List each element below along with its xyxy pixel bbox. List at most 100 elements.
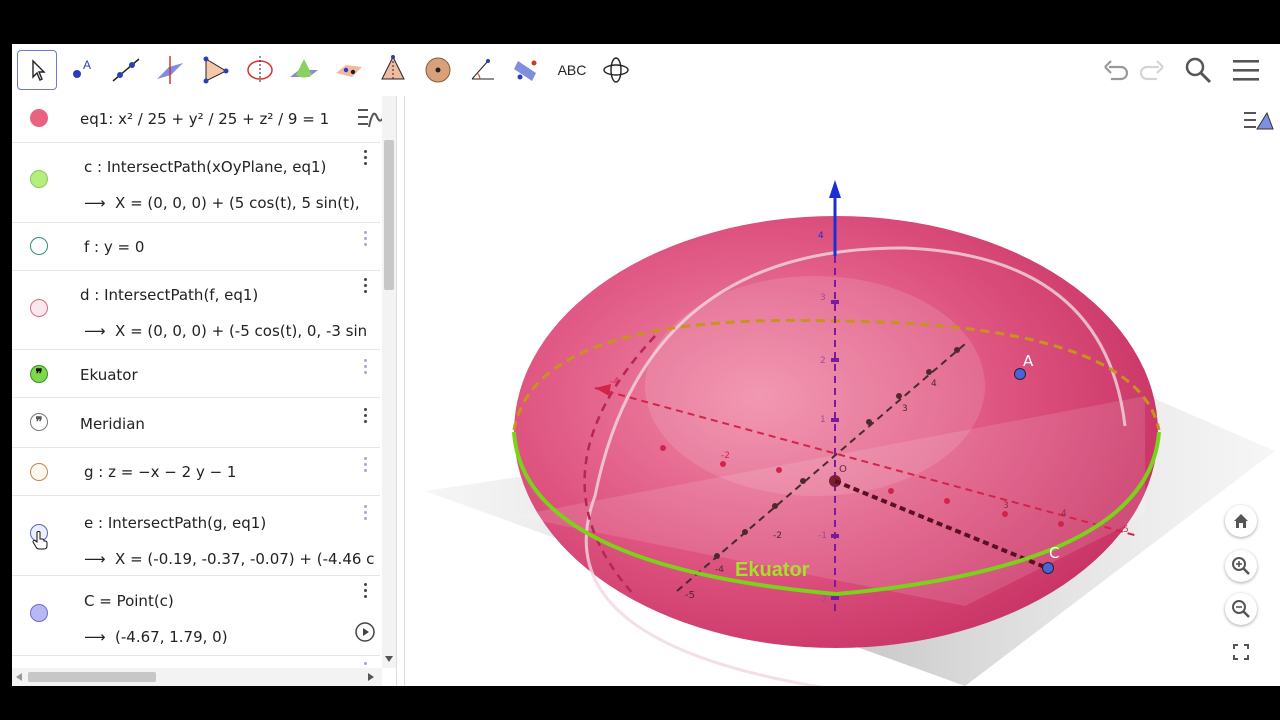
polygon-tool-button[interactable]: [195, 50, 235, 90]
value-text: ⟶ X = (0, 0, 0) + (-5 cos(t), 0, -3 sin: [84, 322, 368, 340]
pyramid-tool-icon: [336, 65, 362, 77]
text-object: Meridian: [80, 415, 145, 433]
value-text: ⟶ (-4.67, 1.79, 0): [84, 628, 228, 646]
algebra-row-eq1[interactable]: eq1: x² / 25 + y² / 25 + z² / 9 = 1: [12, 96, 380, 143]
graphics-3d-canvas[interactable]: 4 3 2 1 -1 -2 -4 -2 3 4 5 -5 -4 -2 3 4 O…: [405, 96, 1280, 686]
point-tool-icon: A: [73, 58, 91, 78]
scrollbar-thumb[interactable]: [384, 140, 394, 290]
algebra-row-C[interactable]: C = Point(c) ⟶ (-4.67, 1.79, 0): [12, 576, 380, 656]
cone-tool-icon: [381, 55, 405, 80]
undo-icon: [1104, 60, 1129, 81]
z-tick-label: 1: [820, 415, 826, 425]
move-tool-button[interactable]: [17, 50, 57, 90]
menu-icon: [1233, 60, 1259, 81]
visibility-marble[interactable]: [30, 299, 48, 317]
menu-button[interactable]: [1228, 54, 1264, 86]
cone-tool-button[interactable]: [373, 50, 413, 90]
origin-label: O: [839, 464, 847, 475]
pyramid-tool-button[interactable]: [329, 50, 369, 90]
scrollbar-thumb[interactable]: [28, 672, 156, 682]
toolbar: A ABC: [12, 44, 1280, 96]
angle-tool-button[interactable]: [463, 50, 503, 90]
home-view-button[interactable]: [1225, 505, 1257, 537]
graphics-style-toggle-button[interactable]: [1241, 102, 1277, 138]
more-options-icon[interactable]: [362, 359, 368, 377]
line-tool-button[interactable]: [106, 50, 146, 90]
point-tool-button[interactable]: A: [61, 50, 101, 90]
point-A-label: A: [1023, 352, 1034, 370]
zoom-out-button[interactable]: [1225, 593, 1257, 625]
algebra-row-g[interactable]: g : z = −x − 2 y − 1: [12, 448, 380, 496]
visibility-marble[interactable]: [30, 463, 48, 481]
visibility-marble[interactable]: [30, 109, 48, 127]
point-C-label: C: [1049, 544, 1059, 562]
fullscreen-button[interactable]: [1225, 636, 1257, 668]
play-animation-icon[interactable]: [354, 621, 376, 643]
scroll-right-icon[interactable]: [368, 673, 374, 681]
search-button[interactable]: [1180, 54, 1216, 86]
perpendicular-line-tool-button[interactable]: [150, 50, 190, 90]
algebra-row-d[interactable]: d : IntersectPath(f, eq1) ⟶ X = (0, 0, 0…: [12, 271, 380, 350]
plane-tool-button[interactable]: [284, 50, 324, 90]
y-tick-label: -5: [685, 590, 695, 601]
definition-text: g : z = −x − 2 y − 1: [84, 463, 237, 481]
point-A[interactable]: [1014, 368, 1026, 380]
visibility-marble[interactable]: [30, 237, 48, 255]
more-options-icon[interactable]: [362, 505, 368, 523]
algebra-row-c[interactable]: c : IntersectPath(xOyPlane, eq1) ⟶ X = (…: [12, 143, 380, 223]
text-tool-button[interactable]: ABC: [552, 50, 592, 90]
definition-text: d : IntersectPath(f, eq1): [80, 286, 259, 304]
circle-axis-tool-icon: [247, 56, 273, 84]
redo-icon: [1139, 60, 1164, 81]
y-tick-label: 4: [931, 379, 937, 389]
text-visibility-marble[interactable]: ❞: [30, 413, 48, 431]
more-options-icon[interactable]: [362, 150, 368, 168]
hand-cursor-icon: [32, 531, 48, 550]
algebra-vertical-scrollbar[interactable]: [382, 96, 396, 668]
algebra-row-meridian[interactable]: ❞ Meridian: [12, 398, 380, 448]
zoom-out-icon: [1232, 600, 1250, 618]
redo-button[interactable]: [1134, 54, 1170, 86]
text-visibility-marble[interactable]: ❞: [30, 365, 48, 383]
point-C[interactable]: [1042, 562, 1054, 574]
graphics-3d-view[interactable]: 4 3 2 1 -1 -2 -4 -2 3 4 5 -5 -4 -2 3 4 O…: [404, 96, 1280, 686]
y-tick-label: -4: [715, 565, 724, 575]
undo-button[interactable]: [1098, 54, 1134, 86]
definition-text: f : y = 0: [84, 238, 145, 256]
fullscreen-icon: [1233, 644, 1249, 660]
polygon-tool-icon: [203, 56, 229, 84]
more-options-icon[interactable]: [362, 408, 368, 426]
algebra-row-e[interactable]: e : IntersectPath(g, eq1) ⟶ X = (-0.19, …: [12, 496, 380, 576]
angle-tool-icon: [471, 59, 494, 80]
sphere-tool-button[interactable]: [418, 50, 458, 90]
z-axis-arrow: [829, 180, 841, 198]
svg-text:A: A: [83, 58, 91, 72]
more-options-icon[interactable]: [362, 457, 368, 475]
visibility-marble[interactable]: [30, 170, 48, 188]
reflect-tool-button[interactable]: [507, 50, 547, 90]
scroll-down-icon[interactable]: [385, 656, 393, 662]
algebra-row-ekuator[interactable]: ❞ Ekuator: [12, 350, 380, 398]
scroll-left-icon[interactable]: [16, 673, 22, 681]
visibility-marble[interactable]: [30, 604, 48, 622]
y-tick-label: 3: [902, 404, 908, 414]
z-tick-label: 3: [820, 293, 826, 303]
more-options-icon[interactable]: [362, 278, 368, 296]
algebra-row-f[interactable]: f : y = 0: [12, 223, 380, 271]
more-options-icon[interactable]: [362, 231, 368, 249]
definition-text: C = Point(c): [84, 592, 174, 610]
algebra-view: eq1: x² / 25 + y² / 25 + z² / 9 = 1 c : …: [12, 96, 397, 686]
zoom-in-button[interactable]: [1225, 550, 1257, 582]
z-tick-label: 4: [818, 231, 824, 241]
home-icon: [1234, 514, 1248, 528]
rotate-view-tool-button[interactable]: [596, 50, 636, 90]
y-tick-label: -2: [773, 531, 782, 541]
algebra-horizontal-scrollbar[interactable]: [12, 668, 382, 686]
ekuator-label[interactable]: Ekuator: [735, 559, 810, 581]
more-options-icon[interactable]: [362, 583, 368, 601]
circle-axis-tool-button[interactable]: [240, 50, 280, 90]
definition-text: c : IntersectPath(xOyPlane, eq1): [84, 158, 327, 176]
text-tool-icon: ABC: [557, 62, 587, 78]
zoom-in-icon: [1232, 557, 1250, 575]
sphere-tool-icon: [425, 57, 451, 83]
